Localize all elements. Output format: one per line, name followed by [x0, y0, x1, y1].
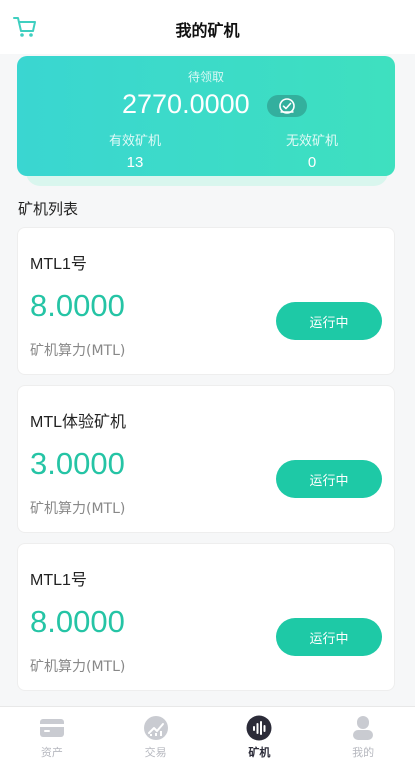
top-bar: 我的矿机 — [0, 0, 415, 54]
tab-profile[interactable]: 我的 — [311, 707, 415, 763]
miner-card[interactable]: MTL1号 8.0000 矿机算力(MTL) 运行中 — [17, 543, 395, 691]
miner-power-unit: 矿机算力(MTL) — [30, 501, 126, 517]
valid-miners-count: 13 — [126, 154, 144, 171]
tab-miners[interactable]: 矿机 — [208, 707, 312, 763]
tab-label: 矿机 — [248, 746, 271, 759]
running-status-button[interactable]: 运行中 — [276, 460, 382, 498]
miner-power-unit: 矿机算力(MTL) — [30, 343, 126, 359]
valid-miners-label: 有效矿机 — [108, 134, 161, 149]
tab-label: 我的 — [352, 746, 375, 759]
miner-list-title: 矿机列表 — [18, 200, 79, 218]
running-status-button[interactable]: 运行中 — [276, 618, 382, 656]
miner-power: 8.0000 — [30, 288, 125, 323]
user-icon — [353, 716, 374, 740]
claim-button[interactable] — [267, 95, 307, 117]
wallet-icon — [39, 719, 64, 737]
miner-card[interactable]: MTL体验矿机 3.0000 矿机算力(MTL) 运行中 — [17, 385, 395, 533]
miner-card[interactable]: MTL1号 8.0000 矿机算力(MTL) 运行中 — [17, 227, 395, 375]
valid-miners-stat: 有效矿机 13 — [75, 130, 195, 171]
miner-name: MTL体验矿机 — [30, 414, 127, 431]
summary-card: 待领取 2770.0000 有效矿机 13 无效矿机 0 — [17, 56, 395, 176]
invalid-miners-label: 无效矿机 — [285, 134, 338, 149]
bottom-tab-bar: 资产 交易 矿机 我的 — [0, 706, 415, 763]
tab-label: 交易 — [144, 746, 167, 759]
miner-icon — [246, 715, 272, 741]
pending-label: 待领取 — [187, 70, 224, 84]
claim-icon — [279, 98, 295, 114]
pending-amount: 2770.0000 — [122, 89, 250, 119]
miner-name: MTL1号 — [30, 256, 87, 273]
tab-assets[interactable]: 资产 — [0, 707, 104, 763]
tab-trade[interactable]: 交易 — [104, 707, 208, 763]
miner-name: MTL1号 — [30, 572, 87, 589]
chart-icon — [143, 716, 168, 740]
invalid-miners-stat: 无效矿机 0 — [252, 130, 372, 171]
invalid-miners-count: 0 — [307, 154, 317, 171]
tab-label: 资产 — [40, 746, 63, 759]
page-title: 我的矿机 — [175, 21, 240, 40]
miner-power: 8.0000 — [30, 604, 125, 639]
miner-power-unit: 矿机算力(MTL) — [30, 659, 126, 675]
miner-power: 3.0000 — [30, 446, 125, 481]
running-status-button[interactable]: 运行中 — [276, 302, 382, 340]
